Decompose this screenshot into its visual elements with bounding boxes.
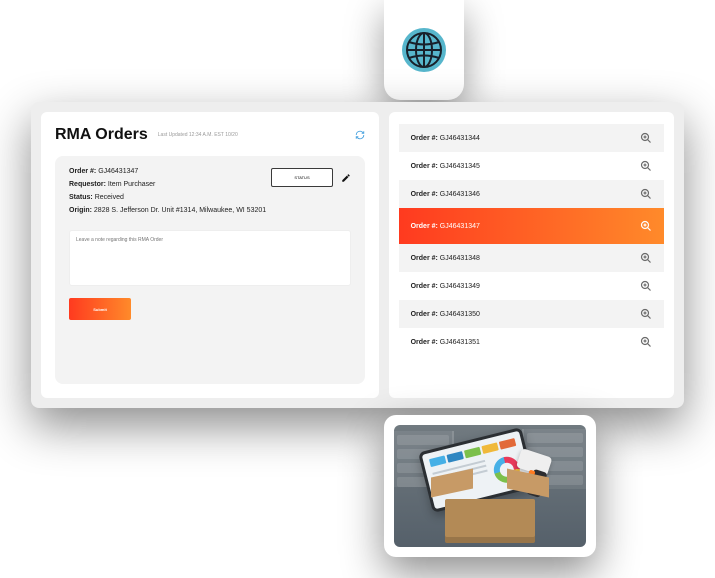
detail-requestor: Requestor: Item Purchaser [69, 181, 266, 188]
submit-button[interactable]: Submit [69, 298, 131, 320]
magnify-plus-icon[interactable] [640, 280, 652, 292]
edit-icon[interactable] [341, 173, 351, 183]
order-row[interactable]: Order #: GJ46431348 [399, 244, 664, 272]
left-column: RMA Orders Last Updated 12:34 A.M. EST 1… [41, 112, 379, 398]
order-detail-lines: Order #: GJ46431347 Requestor: Item Purc… [69, 168, 266, 214]
order-row[interactable]: Order #: GJ46431346 [399, 180, 664, 208]
magnify-plus-icon[interactable] [640, 252, 652, 264]
status-button[interactable]: STATUS [271, 168, 332, 187]
main-panel: RMA Orders Last Updated 12:34 A.M. EST 1… [31, 102, 684, 408]
detail-actions: STATUS [271, 168, 350, 187]
header-row: RMA Orders Last Updated 12:34 A.M. EST 1… [55, 126, 365, 144]
last-updated-text: Last Updated 12:34 A.M. EST 10/20 [158, 132, 238, 138]
order-row[interactable]: Order #: GJ46431344 [399, 124, 664, 152]
order-row[interactable]: Order #: GJ46431345 [399, 152, 664, 180]
detail-order: Order #: GJ46431347 [69, 168, 266, 175]
order-list: Order #: GJ46431344 Order #: GJ46431345 … [389, 112, 674, 398]
note-textarea[interactable] [69, 230, 351, 286]
detail-status: Status: Received [69, 194, 266, 201]
illustration-card [384, 415, 596, 557]
magnify-plus-icon[interactable] [640, 160, 652, 172]
warehouse-illustration [394, 425, 586, 547]
globe-card [384, 0, 464, 100]
order-row[interactable]: Order #: GJ46431349 [399, 272, 664, 300]
order-row[interactable]: Order #: GJ46431351 [399, 328, 664, 356]
page-title: RMA Orders [55, 126, 148, 144]
order-detail-card: Order #: GJ46431347 Requestor: Item Purc… [55, 156, 365, 384]
detail-origin: Origin: 2828 S. Jefferson Dr. Unit #1314… [69, 207, 266, 214]
order-row-active[interactable]: Order #: GJ46431347 [399, 208, 664, 244]
globe-icon [401, 27, 447, 73]
order-row[interactable]: Order #: GJ46431350 [399, 300, 664, 328]
magnify-plus-icon[interactable] [640, 220, 652, 232]
magnify-plus-icon[interactable] [640, 132, 652, 144]
magnify-plus-icon[interactable] [640, 188, 652, 200]
cardboard-box-illustration [435, 479, 545, 543]
magnify-plus-icon[interactable] [640, 336, 652, 348]
magnify-plus-icon[interactable] [640, 308, 652, 320]
refresh-icon[interactable] [355, 130, 365, 140]
